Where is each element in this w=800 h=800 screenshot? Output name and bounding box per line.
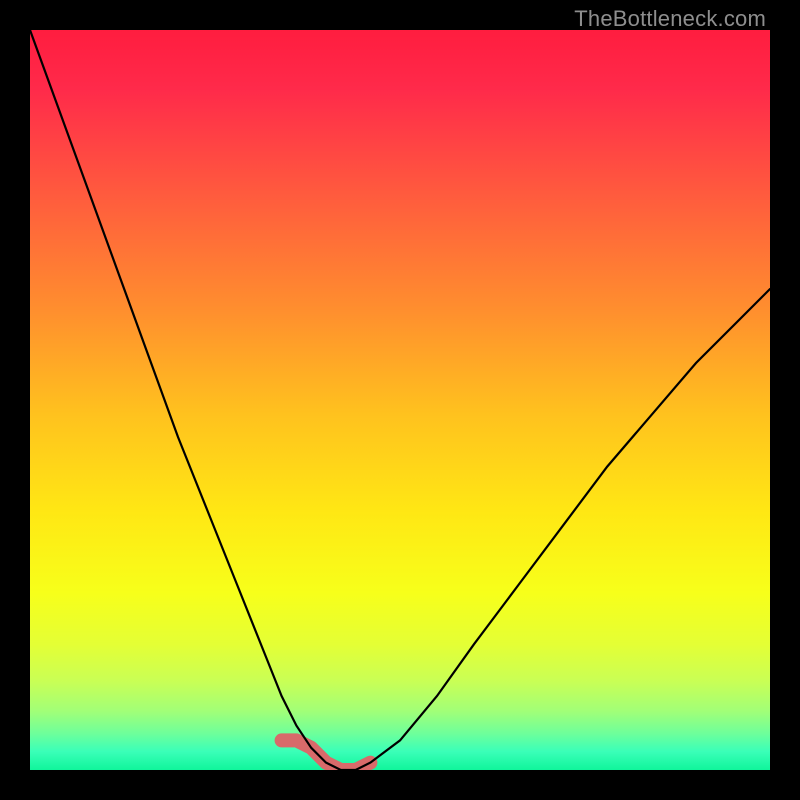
chart-frame: TheBottleneck.com xyxy=(0,0,800,800)
curve-layer xyxy=(30,30,770,770)
plot-area xyxy=(30,30,770,770)
bottleneck-curve xyxy=(30,30,770,770)
bottleneck-accent xyxy=(282,740,371,770)
watermark-text: TheBottleneck.com xyxy=(574,6,766,32)
